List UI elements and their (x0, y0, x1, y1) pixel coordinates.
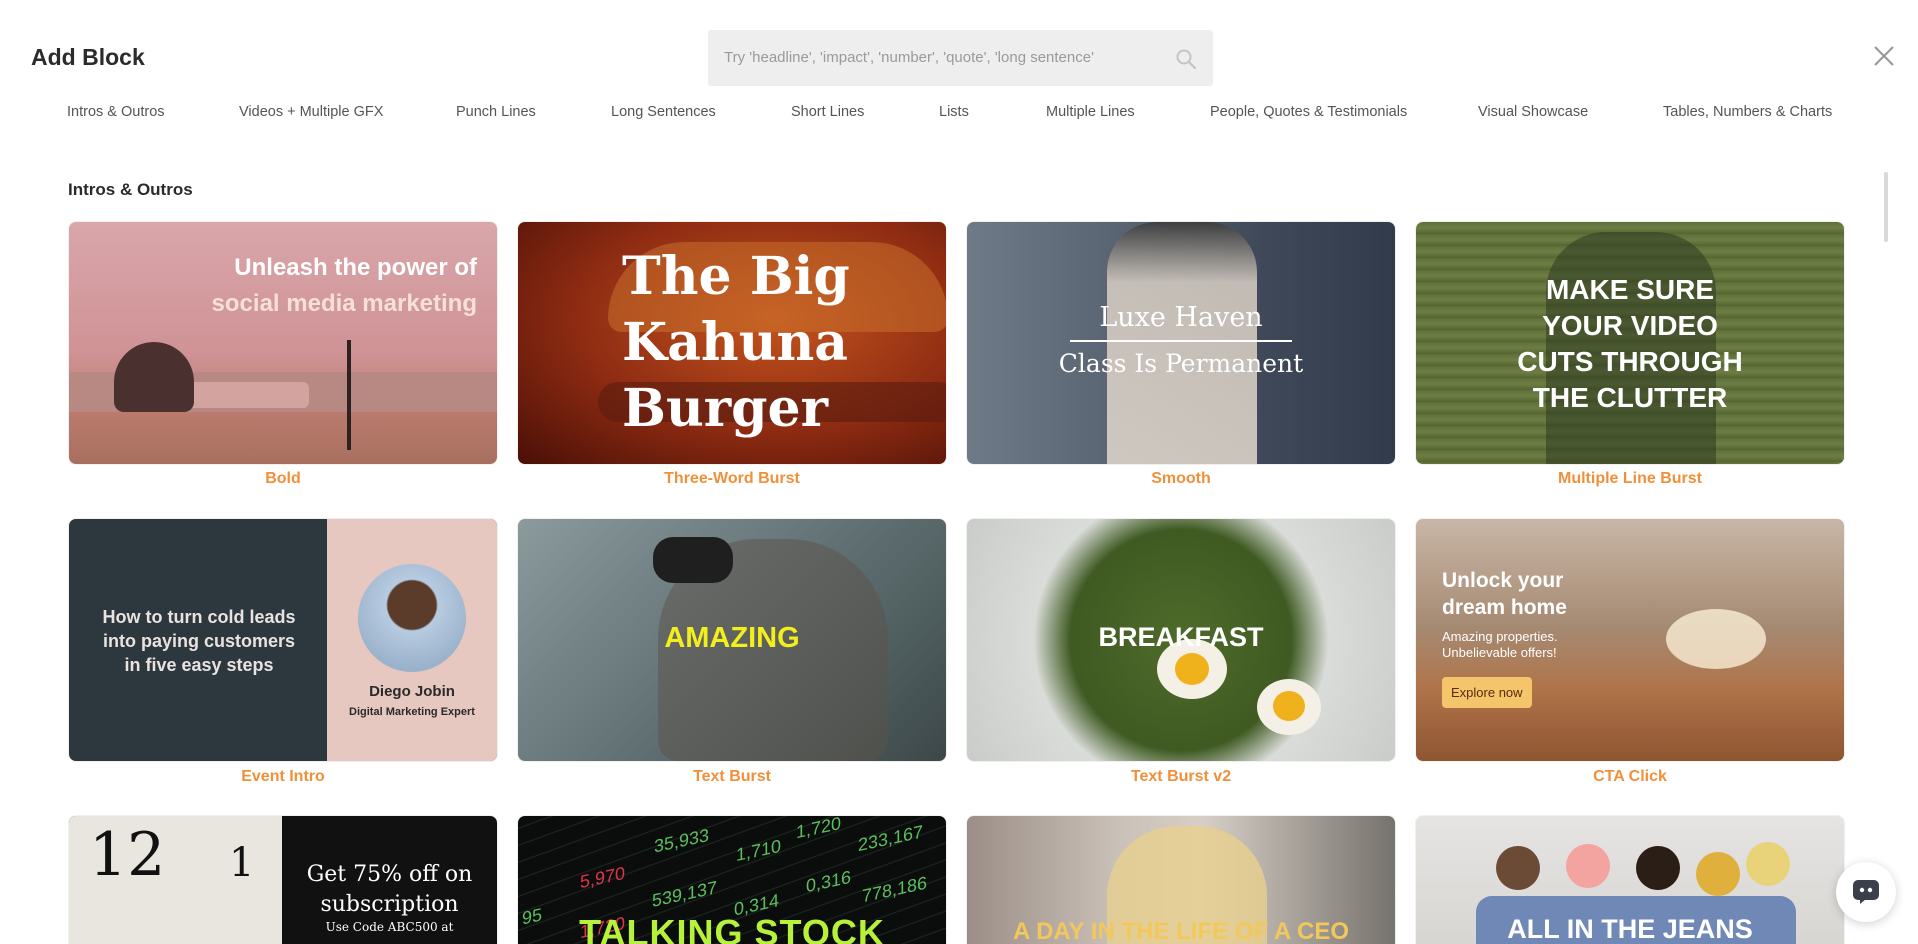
card-label[interactable]: Smooth (967, 470, 1395, 488)
clock-number: 1 (229, 840, 255, 886)
card-label[interactable]: Text Burst (518, 768, 946, 786)
tab-punch-lines[interactable]: Punch Lines (456, 104, 536, 120)
card-text-line: Unlock your (1442, 569, 1564, 592)
card-text-line: social media marketing (211, 290, 477, 317)
card-text-line: into paying customers (102, 631, 296, 651)
card-text-line: The Big (622, 246, 850, 307)
card-text-line: ALL IN THE JEANS (1507, 914, 1753, 944)
card-text-line: Burger (622, 378, 828, 439)
card-text-line: CUTS THROUGH (1517, 346, 1743, 377)
search-box[interactable]: Try 'headline', 'impact', 'number', 'quo… (708, 30, 1213, 86)
tab-short-lines[interactable]: Short Lines (791, 104, 864, 120)
close-icon[interactable] (1872, 44, 1896, 68)
cta-button: Explore now (1442, 677, 1532, 708)
card-text-line: BREAKFAST (1098, 622, 1264, 652)
template-card-three-word-burst[interactable]: The Big Kahuna Burger (518, 222, 946, 464)
tab-visual-showcase[interactable]: Visual Showcase (1478, 104, 1588, 120)
card-label[interactable]: Three-Word Burst (518, 470, 946, 488)
tab-long-sentences[interactable]: Long Sentences (611, 104, 716, 120)
card-label[interactable]: Text Burst v2 (967, 768, 1395, 786)
category-tabs: Intros & Outros Videos + Multiple GFX Pu… (0, 104, 1918, 124)
template-card-multiple-line-burst[interactable]: MAKE SURE YOUR VIDEO CUTS THROUGH THE CL… (1416, 222, 1844, 464)
card-text-line: Unleash the power of (234, 254, 477, 281)
card-text-line: Get 75% off on (306, 862, 473, 887)
tab-people-quotes-testimonials[interactable]: People, Quotes & Testimonials (1210, 104, 1407, 120)
card-subtext: Amazing properties. (1442, 629, 1558, 644)
card-text-line: MAKE SURE (1545, 274, 1714, 305)
section-title: Intros & Outros (68, 180, 193, 199)
card-text-line: A DAY IN THE LIFE OF A CEO (1012, 918, 1350, 944)
person-name: Diego Jobin (369, 683, 455, 700)
tab-tables-numbers-charts[interactable]: Tables, Numbers & Charts (1663, 104, 1832, 120)
card-text-line: Class Is Permanent (1058, 349, 1304, 378)
card-text-line: Luxe Haven (1099, 302, 1263, 333)
card-text-line: in five easy steps (124, 655, 274, 675)
clock-number: 12 (89, 820, 166, 890)
avatar (358, 564, 466, 672)
template-card-cta-click[interactable]: Unlock your dream home Amazing propertie… (1416, 519, 1844, 761)
card-text-line: How to turn cold leads (102, 607, 296, 627)
card-text-line: Use Code ABC500 at (325, 920, 454, 934)
card-text-line: dream home (1442, 596, 1567, 619)
card-text-line: YOUR VIDEO (1542, 310, 1718, 341)
scrollbar[interactable] (1884, 172, 1888, 242)
card-text-line: Kahuna (622, 312, 849, 373)
card-text-line: subscription (320, 892, 459, 917)
template-card-ceo-day[interactable]: A DAY IN THE LIFE OF A CEO (967, 816, 1395, 944)
tab-intros-outros[interactable]: Intros & Outros (67, 104, 165, 120)
template-card-text-burst-v2[interactable]: BREAKFAST (967, 519, 1395, 761)
template-card-smooth[interactable]: Luxe Haven Class Is Permanent (967, 222, 1395, 464)
template-card-discount[interactable]: 12 1 Get 75% off on subscription Use Cod… (69, 816, 497, 944)
card-label[interactable]: Multiple Line Burst (1416, 470, 1844, 488)
chat-icon[interactable] (1852, 879, 1880, 905)
tab-lists[interactable]: Lists (939, 104, 969, 120)
card-subtext: Unbelievable offers! (1442, 645, 1557, 660)
template-card-talking-stock[interactable]: 5,970 35,933 1,710 1,720 95 539,137 233,… (518, 816, 946, 944)
card-label[interactable]: Event Intro (69, 768, 497, 786)
template-card-event-intro[interactable]: How to turn cold leads into paying custo… (69, 519, 497, 761)
card-text-line: AMAZING (664, 622, 800, 654)
tab-multiple-lines[interactable]: Multiple Lines (1046, 104, 1135, 120)
template-card-text-burst[interactable]: AMAZING (518, 519, 946, 761)
person-role: Digital Marketing Expert (349, 706, 475, 718)
search-input[interactable]: Try 'headline', 'impact', 'number', 'quo… (724, 49, 1094, 66)
card-text-line: THE CLUTTER (1532, 382, 1728, 413)
card-text-line: TALKING STOCK (579, 912, 885, 944)
tab-videos-multiple-gfx[interactable]: Videos + Multiple GFX (239, 104, 383, 120)
modal-title: Add Block (31, 44, 145, 70)
card-label[interactable]: Bold (69, 470, 497, 488)
chat-launcher[interactable] (1836, 862, 1896, 922)
search-icon[interactable] (1175, 48, 1197, 70)
template-card-jeans[interactable]: ALL IN THE JEANS (1416, 816, 1844, 944)
template-card-bold[interactable]: Unleash the power of social media market… (69, 222, 497, 464)
card-label[interactable]: CTA Click (1416, 768, 1844, 786)
